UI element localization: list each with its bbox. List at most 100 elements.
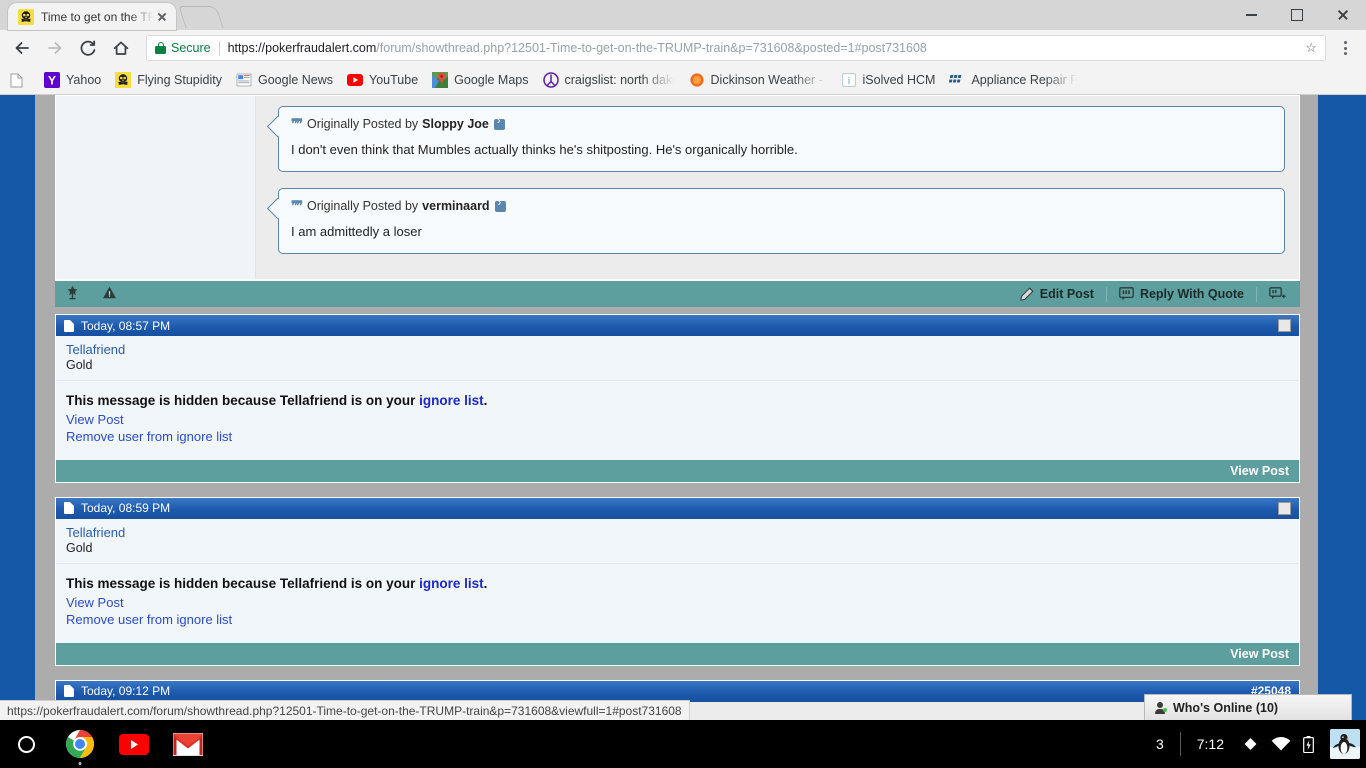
reply-with-quote-button[interactable]: Reply With Quote bbox=[1107, 287, 1256, 301]
view-post-icon[interactable] bbox=[495, 201, 506, 212]
page-left-gutter bbox=[0, 95, 55, 720]
home-icon[interactable] bbox=[107, 34, 135, 62]
post-author-link[interactable]: Tellafriend bbox=[66, 342, 125, 357]
launcher-circle-icon[interactable] bbox=[10, 728, 42, 760]
user-online-icon bbox=[1155, 702, 1166, 714]
bookmark-item-flying-stupidity[interactable]: Flying Stupidity bbox=[115, 72, 222, 88]
quote-author: Sloppy Joe bbox=[422, 117, 489, 131]
post-author-link[interactable]: Tellafriend bbox=[66, 525, 125, 540]
reload-icon[interactable] bbox=[74, 34, 102, 62]
page-right-gutter bbox=[1300, 95, 1352, 720]
chromevox-icon[interactable] bbox=[1236, 736, 1265, 753]
edit-post-button[interactable]: Edit Post bbox=[1007, 287, 1106, 302]
forum-content-column: ❞❞ Originally Posted by Sloppy Joe I don… bbox=[55, 95, 1300, 720]
hidden-post: Today, 08:57 PM Tellafriend Gold This me… bbox=[55, 314, 1300, 483]
skull-favicon bbox=[18, 9, 34, 25]
quote-marks-icon: ❞❞ bbox=[291, 198, 301, 214]
post-author-sidebar bbox=[56, 96, 256, 279]
back-icon[interactable] bbox=[8, 34, 36, 62]
post-author-rank: Gold bbox=[66, 358, 1299, 374]
window-minimize-button[interactable] bbox=[1228, 0, 1274, 30]
address-bar[interactable]: Secure https://pokerfraudalert.com/forum… bbox=[146, 35, 1326, 61]
view-post-link[interactable]: View Post bbox=[66, 411, 1299, 429]
post-author-rank: Gold bbox=[66, 541, 1299, 557]
battery-icon[interactable] bbox=[1297, 736, 1320, 753]
bookmark-star-icon[interactable]: ☆ bbox=[1305, 40, 1317, 56]
penguin-avatar[interactable] bbox=[1330, 729, 1360, 759]
forward-icon[interactable] bbox=[41, 34, 69, 62]
view-post-link[interactable]: View Post bbox=[66, 594, 1299, 612]
security-label: Secure bbox=[171, 41, 211, 55]
hidden-message-block: This message is hidden because Tellafrie… bbox=[56, 564, 1299, 643]
post-header: Today, 08:59 PM bbox=[56, 498, 1299, 519]
hidden-text-before: This message is hidden because Tellafrie… bbox=[66, 576, 419, 591]
select-post-checkbox[interactable] bbox=[1278, 319, 1291, 332]
bookmark-item-yahoo[interactable]: Y Yahoo bbox=[44, 72, 101, 88]
chrome-menu-icon[interactable] bbox=[1332, 41, 1358, 55]
post-author-block: Tellafriend Gold bbox=[56, 519, 1299, 564]
window-count[interactable]: 3 bbox=[1140, 736, 1180, 752]
ignore-list-link[interactable]: ignore list bbox=[419, 393, 484, 408]
view-post-footer-link[interactable]: View Post bbox=[1230, 464, 1289, 478]
multi-quote-icon[interactable] bbox=[1257, 287, 1290, 301]
os-taskbar: 3 7:12 bbox=[0, 720, 1366, 768]
tab-title: Time to get on the TRUMP train bbox=[41, 10, 154, 24]
quote-block: ❞❞ Originally Posted by Sloppy Joe I don… bbox=[278, 106, 1285, 172]
remove-user-from-ignore-list-link[interactable]: Remove user from ignore list bbox=[66, 428, 1299, 446]
bookmark-label: iSolved HCM bbox=[863, 73, 936, 87]
bookmark-item-google-maps[interactable]: Google Maps bbox=[432, 72, 528, 88]
bookmark-label: Dickinson Weather - A bbox=[711, 73, 827, 87]
select-post-checkbox[interactable] bbox=[1278, 502, 1291, 515]
hidden-message-text: This message is hidden because Tellafrie… bbox=[66, 576, 1299, 591]
quote-block: ❞❞ Originally Posted by verminaard I am … bbox=[278, 188, 1285, 254]
appliance-icon bbox=[949, 72, 965, 88]
window-maximize-button[interactable] bbox=[1274, 0, 1320, 30]
bookmark-item-craigslist[interactable]: craigslist: north dakota bbox=[543, 72, 675, 88]
wifi-icon[interactable] bbox=[1265, 737, 1297, 752]
ignore-list-link[interactable]: ignore list bbox=[419, 576, 484, 591]
page-viewport[interactable]: ❞❞ Originally Posted by Sloppy Joe I don… bbox=[0, 95, 1366, 720]
youtube-icon bbox=[347, 72, 363, 88]
bookmark-item-google-news[interactable]: Google News bbox=[236, 72, 333, 88]
new-tab-button[interactable] bbox=[178, 6, 223, 28]
hidden-text-before: This message is hidden because Tellafrie… bbox=[66, 393, 419, 408]
hidden-message-text: This message is hidden because Tellafrie… bbox=[66, 393, 1299, 408]
quote-bubble-icon bbox=[1119, 287, 1134, 301]
post-footer: View Post bbox=[56, 643, 1299, 665]
bookmark-item-isolved-hcm[interactable]: i iSolved HCM bbox=[841, 72, 936, 88]
gmail-icon[interactable] bbox=[172, 728, 204, 760]
view-post-footer-link[interactable]: View Post bbox=[1230, 647, 1289, 661]
quote-author: verminaard bbox=[422, 199, 489, 213]
bookmark-item-dickinson-weather[interactable]: Dickinson Weather - A bbox=[689, 72, 827, 88]
whos-online-widget[interactable]: Who's Online (10) bbox=[1144, 694, 1352, 720]
chrome-icon[interactable] bbox=[64, 728, 96, 760]
bookmark-item-page[interactable] bbox=[8, 72, 30, 88]
remove-user-from-ignore-list-link[interactable]: Remove user from ignore list bbox=[66, 611, 1299, 629]
edit-post-label: Edit Post bbox=[1040, 287, 1094, 301]
report-post-icon[interactable] bbox=[102, 285, 117, 303]
bookmark-item-appliance-repair[interactable]: Appliance Repair Parts bbox=[949, 72, 1077, 88]
post-body: ❞❞ Originally Posted by Sloppy Joe I don… bbox=[256, 96, 1299, 279]
bookmark-item-youtube[interactable]: YouTube bbox=[347, 72, 418, 88]
sparkle-icon[interactable] bbox=[65, 285, 80, 303]
clock[interactable]: 7:12 bbox=[1181, 736, 1236, 752]
browser-toolbar: Secure https://pokerfraudalert.com/forum… bbox=[0, 30, 1366, 66]
view-post-icon[interactable] bbox=[494, 119, 505, 130]
window-close-button[interactable] bbox=[1320, 0, 1366, 30]
youtube-icon[interactable] bbox=[118, 728, 150, 760]
quote-body: I am admittedly a loser bbox=[291, 223, 1272, 241]
hidden-message-block: This message is hidden because Tellafrie… bbox=[56, 381, 1299, 460]
post-header: Today, 08:57 PM bbox=[56, 315, 1299, 336]
tab-close-icon[interactable] bbox=[154, 9, 170, 25]
browser-tab[interactable]: Time to get on the TRUMP train bbox=[8, 3, 176, 30]
lock-icon bbox=[155, 42, 166, 54]
omnibox-divider bbox=[219, 41, 220, 56]
bookmark-label: Appliance Repair Parts bbox=[971, 73, 1077, 87]
url-path: /forum/showthread.php?12501-Time-to-get-… bbox=[376, 41, 927, 55]
yahoo-icon: Y bbox=[44, 72, 60, 88]
post-doc-icon bbox=[64, 320, 74, 332]
page-icon bbox=[8, 72, 24, 88]
google-news-icon bbox=[236, 72, 252, 88]
post-partial: ❞❞ Originally Posted by Sloppy Joe I don… bbox=[55, 95, 1300, 280]
post-timestamp: Today, 08:57 PM bbox=[81, 319, 170, 333]
